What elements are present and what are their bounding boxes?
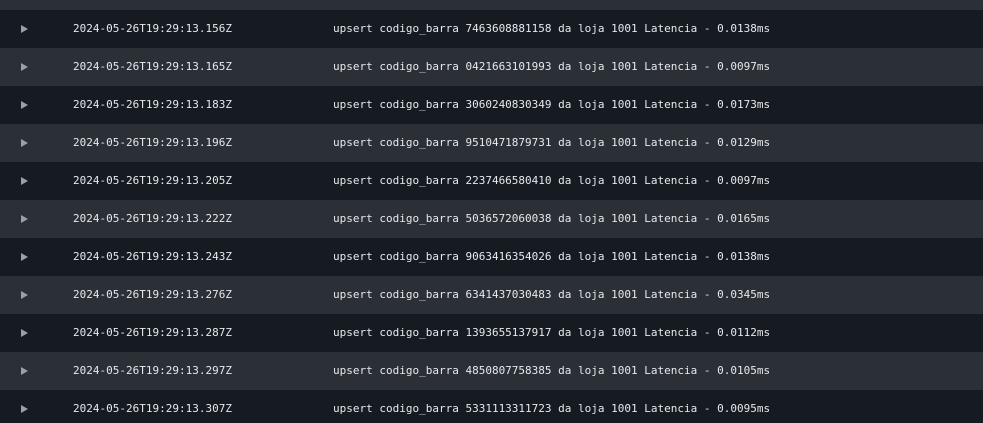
caret-right-icon[interactable] [21, 276, 29, 314]
caret-right-icon[interactable] [21, 390, 29, 423]
log-timestamp: 2024-05-26T19:29:13.156Z [73, 22, 232, 35]
log-row[interactable]: 2024-05-26T19:29:13.156Z upsert codigo_b… [0, 10, 983, 48]
previous-log-row-edge [0, 0, 983, 10]
log-message: upsert codigo_barra 3060240830349 da loj… [333, 98, 771, 111]
caret-right-icon[interactable] [21, 238, 29, 276]
log-row[interactable]: 2024-05-26T19:29:13.287Z upsert codigo_b… [0, 314, 983, 352]
caret-right-icon[interactable] [21, 314, 29, 352]
log-timestamp: 2024-05-26T19:29:13.287Z [73, 326, 232, 339]
log-timestamp: 2024-05-26T19:29:13.243Z [73, 250, 232, 263]
log-timestamp: 2024-05-26T19:29:13.276Z [73, 288, 232, 301]
caret-right-icon[interactable] [21, 86, 29, 124]
caret-right-icon[interactable] [21, 352, 29, 390]
caret-right-icon[interactable] [21, 162, 29, 200]
log-row[interactable]: 2024-05-26T19:29:13.205Z upsert codigo_b… [0, 162, 983, 200]
log-message: upsert codigo_barra 1393655137917 da loj… [333, 326, 771, 339]
log-row[interactable]: 2024-05-26T19:29:13.165Z upsert codigo_b… [0, 48, 983, 86]
caret-right-icon[interactable] [21, 48, 29, 86]
log-message: upsert codigo_barra 6341437030483 da loj… [333, 288, 771, 301]
caret-right-icon[interactable] [21, 200, 29, 238]
log-row[interactable]: 2024-05-26T19:29:13.276Z upsert codigo_b… [0, 276, 983, 314]
log-message: upsert codigo_barra 5036572060038 da loj… [333, 212, 771, 225]
log-row[interactable]: 2024-05-26T19:29:13.297Z upsert codigo_b… [0, 352, 983, 390]
log-row[interactable]: 2024-05-26T19:29:13.307Z upsert codigo_b… [0, 390, 983, 423]
log-message: upsert codigo_barra 2237466580410 da loj… [333, 174, 771, 187]
log-message: upsert codigo_barra 0421663101993 da loj… [333, 60, 771, 73]
log-message: upsert codigo_barra 9063416354026 da loj… [333, 250, 771, 263]
log-row[interactable]: 2024-05-26T19:29:13.183Z upsert codigo_b… [0, 86, 983, 124]
log-timestamp: 2024-05-26T19:29:13.297Z [73, 364, 232, 377]
log-timestamp: 2024-05-26T19:29:13.205Z [73, 174, 232, 187]
caret-right-icon[interactable] [21, 124, 29, 162]
log-message: upsert codigo_barra 4850807758385 da loj… [333, 364, 771, 377]
log-message: upsert codigo_barra 5331113311723 da loj… [333, 402, 771, 415]
log-timestamp: 2024-05-26T19:29:13.222Z [73, 212, 232, 225]
log-row[interactable]: 2024-05-26T19:29:13.196Z upsert codigo_b… [0, 124, 983, 162]
log-timestamp: 2024-05-26T19:29:13.165Z [73, 60, 232, 73]
caret-right-icon[interactable] [21, 10, 29, 48]
log-timestamp: 2024-05-26T19:29:13.183Z [73, 98, 232, 111]
log-list: 2024-05-26T19:29:13.156Z upsert codigo_b… [0, 10, 983, 423]
log-timestamp: 2024-05-26T19:29:13.307Z [73, 402, 232, 415]
log-message: upsert codigo_barra 7463608881158 da loj… [333, 22, 771, 35]
log-row[interactable]: 2024-05-26T19:29:13.243Z upsert codigo_b… [0, 238, 983, 276]
log-row[interactable]: 2024-05-26T19:29:13.222Z upsert codigo_b… [0, 200, 983, 238]
log-message: upsert codigo_barra 9510471879731 da loj… [333, 136, 771, 149]
log-timestamp: 2024-05-26T19:29:13.196Z [73, 136, 232, 149]
